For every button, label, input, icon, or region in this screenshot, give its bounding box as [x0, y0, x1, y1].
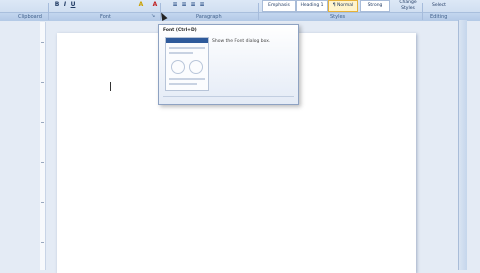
style-emphasis[interactable]: Emphasis [262, 0, 296, 12]
align-left-icon[interactable]: ≡ [172, 1, 178, 8]
font-tooltip: Font (Ctrl+D) Show the Font dialog box. [158, 24, 299, 105]
preview-row [169, 47, 205, 49]
align-center-icon[interactable]: ≡ [181, 1, 187, 8]
ruler-mark [41, 162, 44, 163]
group-label-editing: Editing [430, 14, 448, 20]
underline-button[interactable]: U [70, 1, 76, 8]
group-separator [48, 3, 49, 20]
preview-titlebar [166, 38, 208, 43]
preview-option [171, 60, 185, 74]
ribbon: B I U A A ≡ ≡ ≡ ≡ Emphasis Heading 1 ¶ N… [0, 0, 480, 21]
ruler-mark [41, 242, 44, 243]
group-separator [258, 3, 259, 20]
ribbon-group-labels: Clipboard Font ↘ Paragraph Styles Editin… [0, 3, 480, 21]
ruler-mark [41, 82, 44, 83]
style-normal[interactable]: ¶ Normal [328, 0, 358, 12]
group-label-paragraph: Paragraph [196, 14, 222, 20]
justify-icon[interactable]: ≡ [199, 1, 205, 8]
tooltip-title: Font (Ctrl+D) [163, 28, 197, 33]
ruler-mark [41, 42, 44, 43]
group-label-styles: Styles [330, 14, 346, 20]
tooltip-separator [163, 96, 294, 97]
vertical-ruler [40, 22, 46, 270]
group-label-clipboard: Clipboard [18, 14, 42, 20]
font-dialog-preview [165, 37, 209, 91]
tooltip-description: Show the Font dialog box. [212, 39, 271, 44]
preview-option [189, 60, 203, 74]
select-button[interactable]: Select [432, 3, 446, 9]
change-styles-button[interactable]: Change Styles [398, 0, 418, 12]
style-strong[interactable]: Strong [360, 0, 390, 12]
ruler-mark [41, 122, 44, 123]
highlight-button[interactable]: A [138, 1, 144, 8]
ruler-mark [41, 202, 44, 203]
preview-row [169, 78, 205, 80]
italic-button[interactable]: I [62, 1, 68, 8]
group-label-font: Font [100, 14, 111, 20]
vertical-scrollbar[interactable] [458, 20, 467, 270]
font-dialog-launcher-icon[interactable]: ↘ [151, 12, 155, 20]
group-separator [422, 3, 423, 20]
style-heading-1[interactable]: Heading 1 [296, 0, 328, 12]
bold-button[interactable]: B [54, 1, 60, 8]
font-color-button[interactable]: A [152, 1, 158, 8]
text-cursor [110, 82, 111, 91]
preview-row [169, 83, 197, 85]
preview-row [169, 52, 193, 54]
align-right-icon[interactable]: ≡ [190, 1, 196, 8]
